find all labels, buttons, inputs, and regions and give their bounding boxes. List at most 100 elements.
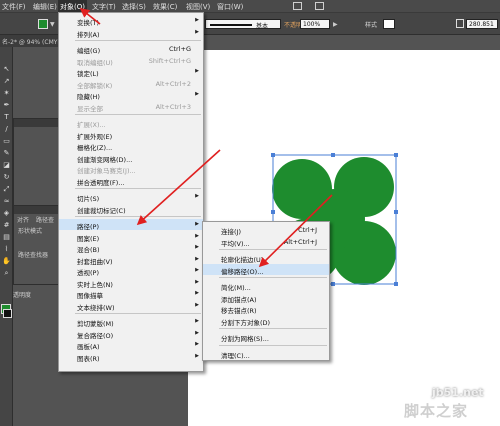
brush-tool-icon[interactable]: ✎ (2, 149, 11, 157)
object-menu-item-label: 创建渐变网格(D)... (77, 155, 133, 164)
object-menu-item-shortcut: Alt+Ctrl+2 (155, 79, 191, 88)
tab-pathfinder[interactable]: 路径查 (36, 215, 54, 224)
path-submenu-item-label: 平均(V)... (221, 239, 250, 248)
submenu-arrow-icon: ▶ (195, 341, 199, 347)
object-menu-item-12[interactable]: 栅格化(Z)... (59, 140, 203, 152)
mesh-tool-icon[interactable]: # (2, 221, 11, 229)
direct-selection-tool-icon[interactable]: ↗ (2, 77, 11, 85)
object-menu-item-5[interactable]: 锁定(L) ▶ (59, 66, 203, 78)
menu-separator (75, 216, 201, 217)
object-menu-item-label: 图案(E) (77, 234, 100, 243)
selection-tool-icon[interactable]: ↖ (2, 65, 11, 73)
object-menu-item-3[interactable]: 编组(G) Ctrl+G (59, 43, 203, 55)
object-menu-item-label: 排列(A) (77, 30, 100, 39)
appearance-panel (13, 118, 59, 218)
watermark-url: jb51.net (432, 386, 484, 399)
object-menu-item-10: 扩展(X)... (59, 117, 203, 129)
width-tool-icon[interactable]: ≈ (2, 197, 11, 205)
panel-header[interactable] (14, 119, 58, 127)
object-menu-item-32[interactable]: 图表(R) ▶ (59, 351, 203, 363)
menu-separator (219, 328, 327, 329)
watermark-logo: 脚本之家 (404, 402, 469, 420)
pathfinder-panel: 对齐 路径查 形状模式 路径查找器 (13, 205, 59, 285)
submenu-arrow-icon: ▶ (195, 290, 199, 296)
line-tool-icon[interactable]: / (2, 125, 11, 133)
object-menu-item-23[interactable]: 封套扭曲(V) ▶ (59, 254, 203, 266)
path-submenu-item-8[interactable]: 移去锚点(R) (203, 303, 329, 315)
pathfinders-label: 路径查找器 (18, 252, 49, 259)
path-submenu-item-6[interactable]: 简化(M)... (203, 280, 329, 292)
menu-separator (75, 188, 201, 189)
path-submenu-item-label: 简化(M)... (221, 284, 251, 292)
type-tool-icon[interactable]: T (2, 113, 11, 121)
object-menu-item-24[interactable]: 透视(P) ▶ (59, 265, 203, 277)
object-menu-item-15[interactable]: 拼合透明度(F)... (59, 175, 203, 187)
object-menu-item-21[interactable]: 图案(E) ▶ (59, 231, 203, 243)
object-menu-item-shortcut: Alt+Ctrl+3 (155, 102, 191, 111)
object-menu-item-label: 画板(A) (77, 343, 100, 351)
hand-tool-icon[interactable]: ✋ (2, 257, 11, 265)
object-menu-item-17[interactable]: 切片(S) ▶ (59, 191, 203, 203)
object-menu-item-14: 创建对象马赛克(J)... (59, 163, 203, 175)
tab-align[interactable]: 对齐 (17, 215, 29, 224)
path-submenu-item-13[interactable]: 清理(C)... (203, 348, 329, 360)
object-menu-item-11[interactable]: 扩展外观(E) (59, 129, 203, 141)
object-menu-item-4: 取消编组(U) Shift+Ctrl+G (59, 55, 203, 67)
submenu-arrow-icon: ▶ (195, 68, 199, 74)
object-menu-item-label: 拼合透明度(F)... (77, 178, 125, 187)
object-menu-item-29[interactable]: 剪切蒙版(M) ▶ (59, 316, 203, 328)
object-menu-item-label: 显示全部 (77, 104, 103, 113)
zoom-tool-icon[interactable]: ⌕ (2, 269, 11, 277)
gradient-tool-icon[interactable]: ▤ (2, 233, 11, 241)
path-submenu-item-0[interactable]: 连接(J) Ctrl+J (203, 224, 329, 236)
object-menu-item-22[interactable]: 混合(B) ▶ (59, 242, 203, 254)
submenu-arrow-icon: ▶ (195, 193, 199, 199)
magic-wand-icon[interactable]: ✶ (2, 89, 11, 97)
rotate-tool-icon[interactable]: ↻ (2, 173, 11, 181)
scale-tool-icon[interactable]: ⤢ (2, 185, 11, 193)
object-menu-item-label: 混合(B) (77, 246, 100, 254)
path-submenu-item-3[interactable]: 轮廓化描边(U) (203, 252, 329, 264)
path-submenu-item-shortcut: Alt+Ctrl+J (283, 237, 317, 246)
object-menu-item-13[interactable]: 创建渐变网格(D)... (59, 152, 203, 164)
object-menu-item-25[interactable]: 实时上色(N) ▶ (59, 277, 203, 289)
eraser-tool-icon[interactable]: ◪ (2, 161, 11, 169)
object-menu-item-18[interactable]: 创建裁切标记(C) (59, 203, 203, 215)
transparency-label: 透明度 (13, 292, 32, 299)
shape-builder-icon[interactable]: ◈ (2, 209, 11, 217)
object-menu-item-26[interactable]: 图像描摹 ▶ (59, 288, 203, 300)
tools-panel: ↖ ↗ ✶ ✒ T / ▭ ✎ ◪ ↻ ⤢ ≈ ◈ # ▤ ⌇ ✋ ⌕ (0, 47, 13, 426)
object-menu-item-27[interactable]: 文本绕排(W) ▶ (59, 300, 203, 312)
object-menu-item-30[interactable]: 复合路径(O) ▶ (59, 328, 203, 340)
object-menu-item-label: 锁定(L) (77, 70, 99, 78)
stroke-swatch[interactable] (3, 309, 12, 318)
object-menu-item-label: 封套扭曲(V) (77, 257, 113, 266)
path-submenu-item-label: 分割为网格(S)... (221, 335, 269, 343)
rectangle-tool-icon[interactable]: ▭ (2, 137, 11, 145)
object-menu-item-label: 扩展外观(E) (77, 132, 113, 141)
path-submenu-item-label: 添加锚点(A) (221, 295, 257, 304)
object-menu-item-31[interactable]: 画板(A) ▶ (59, 339, 203, 351)
object-menu-item-20[interactable]: 路径(P) ▶ (59, 219, 203, 231)
object-menu-item-label: 变换(T) (77, 19, 100, 27)
path-submenu-item-7[interactable]: 添加锚点(A) (203, 292, 329, 304)
menu-separator (219, 277, 327, 278)
submenu-arrow-icon: ▶ (195, 301, 199, 308)
menu-separator (75, 313, 201, 314)
path-submenu-item-9[interactable]: 分割下方对象(D) (203, 315, 329, 327)
object-menu-item-0[interactable]: 变换(T) ▶ (59, 15, 203, 27)
pen-tool-icon[interactable]: ✒ (2, 101, 11, 109)
eyedropper-icon[interactable]: ⌇ (2, 245, 11, 253)
path-submenu-item-11[interactable]: 分割为网格(S)... (203, 331, 329, 343)
object-menu-item-label: 栅格化(Z)... (77, 144, 113, 152)
object-menu-item-label: 复合路径(O) (77, 331, 114, 340)
object-menu-item-7[interactable]: 隐藏(H) ▶ (59, 89, 203, 101)
panel-header[interactable] (14, 206, 58, 214)
object-menu-item-label: 切片(S) (77, 195, 100, 203)
path-submenu-item-4[interactable]: 偏移路径(O)... (203, 263, 329, 276)
submenu-arrow-icon: ▶ (195, 318, 199, 324)
submenu-arrow-icon: ▶ (195, 28, 199, 35)
path-submenu-item-1[interactable]: 平均(V)... Alt+Ctrl+J (203, 236, 329, 248)
submenu-arrow-icon: ▶ (195, 267, 199, 273)
object-menu-item-1[interactable]: 排列(A) ▶ (59, 27, 203, 39)
